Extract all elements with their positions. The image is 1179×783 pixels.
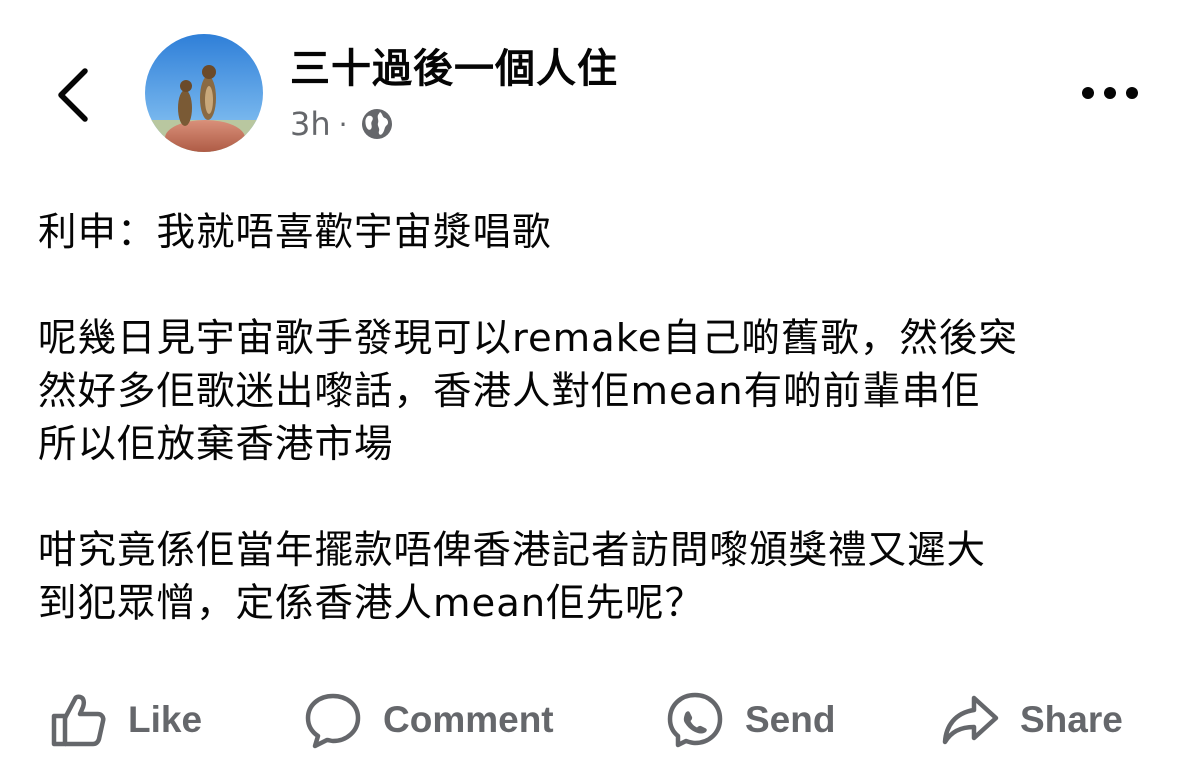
- post-text: 利申：我就唔喜歡宇宙漿唱歌 呢幾日見宇宙歌手發現可以remake自己啲舊歌，然後…: [38, 206, 1148, 630]
- like-button[interactable]: Like: [48, 680, 202, 760]
- like-label: Like: [128, 699, 203, 740]
- post-line: 所以佢放棄香港市場: [38, 422, 394, 467]
- comment-button[interactable]: Comment: [303, 680, 554, 760]
- more-options-button[interactable]: [1072, 70, 1148, 116]
- post-line: 利申：我就唔喜歡宇宙漿唱歌: [38, 210, 552, 255]
- globe-icon: [361, 109, 392, 139]
- share-button[interactable]: Share: [940, 680, 1123, 760]
- more-horizontal-icon: [1082, 87, 1138, 99]
- chevron-left-icon: [58, 68, 88, 122]
- page-avatar[interactable]: [145, 34, 263, 152]
- meerkat-avatar-image: [145, 34, 263, 152]
- post-line: 然好多佢歌迷出嚟話，香港人對佢mean有啲前輩串佢: [38, 369, 981, 414]
- share-label: Share: [1020, 699, 1123, 740]
- post-meta: 3h ·: [290, 104, 394, 144]
- back-button[interactable]: [38, 55, 108, 135]
- comment-bubble-icon: [305, 693, 361, 749]
- comment-label: Comment: [383, 699, 554, 740]
- send-label: Send: [745, 699, 836, 740]
- post-action-bar: Like Comment Send Share: [0, 680, 1179, 760]
- post-line: 到犯眾憎，定係香港人mean佢先呢？: [38, 581, 705, 626]
- post-header: 三十過後一個人住 3h ·: [0, 0, 1179, 180]
- post-line: 呢幾日見宇宙歌手發現可以remake自己啲舊歌，然後突: [38, 316, 1018, 361]
- post-line: 咁究竟係佢當年擺款唔俾香港記者訪問嚟頒獎禮又遲大: [38, 528, 987, 573]
- thumbs-up-icon: [51, 694, 106, 747]
- post-time[interactable]: 3h: [290, 105, 331, 143]
- messenger-icon: [667, 692, 723, 748]
- meta-separator: ·: [338, 107, 348, 141]
- send-button[interactable]: Send: [665, 680, 835, 760]
- page-name[interactable]: 三十過後一個人住: [290, 44, 618, 94]
- share-arrow-icon: [942, 695, 999, 745]
